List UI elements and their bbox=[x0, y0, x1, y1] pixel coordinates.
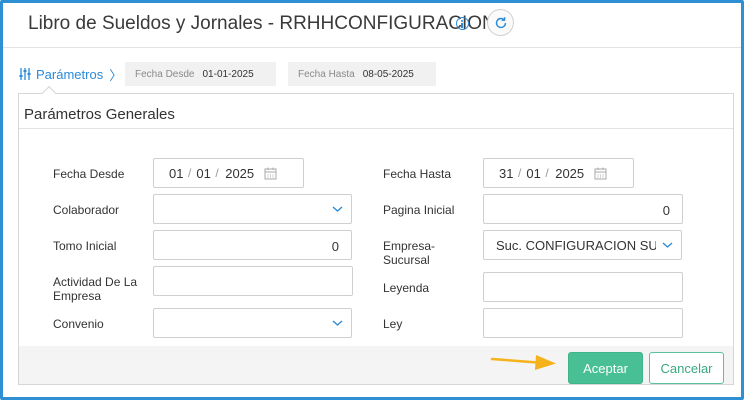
tomo-inicial-label: Tomo Inicial bbox=[53, 239, 117, 253]
info-icon[interactable] bbox=[456, 17, 469, 30]
date-separator: / bbox=[518, 166, 522, 180]
fecha-hasta-label: Fecha Hasta bbox=[383, 167, 452, 181]
sliders-icon bbox=[19, 68, 31, 80]
chip-fecha-hasta[interactable]: Fecha Hasta 08-05-2025 bbox=[288, 62, 436, 86]
parametros-panel: Parámetros Generales Fecha Desde 01 / 01… bbox=[18, 85, 734, 385]
pagina-inicial-input[interactable]: 0 bbox=[483, 194, 683, 224]
select-value: Suc. CONFIGURACION SU bbox=[496, 238, 656, 253]
colaborador-select[interactable] bbox=[153, 194, 352, 224]
calendar-icon[interactable] bbox=[264, 167, 277, 180]
date-separator: / bbox=[188, 166, 192, 180]
convenio-select[interactable] bbox=[153, 308, 352, 338]
colaborador-label: Colaborador bbox=[53, 203, 120, 217]
cancel-button[interactable]: Cancelar bbox=[649, 352, 724, 384]
tomo-inicial-input[interactable]: 0 bbox=[153, 230, 352, 260]
chip-value: 08-05-2025 bbox=[362, 68, 414, 80]
chip-fecha-desde[interactable]: Fecha Desde 01-01-2025 bbox=[125, 62, 276, 86]
tab-parametros[interactable]: Parámetros 〉 bbox=[18, 63, 122, 85]
empresa-sucursal-label-line2: Sucursal bbox=[383, 253, 430, 267]
date-day: 01 bbox=[169, 165, 184, 181]
empresa-sucursal-label-line1: Empresa- bbox=[383, 239, 436, 253]
fecha-desde-input[interactable]: 01 / 01 / 2025 bbox=[153, 158, 304, 188]
chevron-down-icon bbox=[332, 206, 343, 212]
fecha-hasta-input[interactable]: 31 / 01 / 2025 bbox=[483, 158, 634, 188]
date-separator: / bbox=[215, 166, 219, 180]
ley-label: Ley bbox=[383, 317, 403, 331]
actividad-label-line1: Actividad De La bbox=[53, 275, 138, 289]
accept-button[interactable]: Aceptar bbox=[568, 352, 643, 384]
chevron-down-icon bbox=[332, 320, 343, 326]
chip-value: 01-01-2025 bbox=[202, 68, 254, 80]
date-separator: / bbox=[545, 166, 549, 180]
date-day: 31 bbox=[499, 165, 514, 181]
actividad-label-line2: Empresa bbox=[53, 289, 102, 303]
date-year: 2025 bbox=[225, 165, 255, 181]
date-month: 01 bbox=[526, 165, 541, 181]
panel-title: Parámetros Generales bbox=[19, 94, 733, 129]
empresa-sucursal-select[interactable]: Suc. CONFIGURACION SU bbox=[483, 230, 682, 260]
fecha-desde-label: Fecha Desde bbox=[53, 167, 125, 181]
actividad-label: Actividad De La Empresa bbox=[53, 275, 137, 303]
leyenda-input[interactable] bbox=[483, 272, 683, 302]
refresh-icon bbox=[495, 17, 507, 29]
chevron-down-icon bbox=[662, 242, 673, 248]
annotation-arrow-icon bbox=[490, 355, 556, 370]
page-title: Libro de Sueldos y Jornales - RRHHCONFIG… bbox=[28, 13, 496, 34]
tab-bar: Parámetros 〉 Fecha Desde 01-01-2025 Fech… bbox=[3, 60, 741, 90]
empresa-sucursal-label: Empresa- Sucursal bbox=[383, 239, 435, 267]
tab-parametros-label: Parámetros bbox=[36, 66, 104, 82]
page-header: Libro de Sueldos y Jornales - RRHHCONFIG… bbox=[3, 3, 741, 48]
panel-footer: Aceptar Cancelar bbox=[19, 346, 733, 384]
ley-input[interactable] bbox=[483, 308, 683, 338]
leyenda-label: Leyenda bbox=[383, 281, 430, 295]
chevron-right-icon: 〉 bbox=[109, 67, 123, 83]
date-month: 01 bbox=[196, 165, 211, 181]
convenio-label: Convenio bbox=[53, 317, 104, 331]
chip-label: Fecha Desde bbox=[135, 68, 195, 80]
pagina-inicial-label: Pagina Inicial bbox=[383, 203, 455, 217]
date-year: 2025 bbox=[555, 165, 585, 181]
calendar-icon[interactable] bbox=[594, 167, 607, 180]
chip-label: Fecha Hasta bbox=[298, 68, 355, 80]
refresh-button[interactable] bbox=[487, 9, 514, 36]
actividad-input[interactable] bbox=[153, 266, 353, 296]
